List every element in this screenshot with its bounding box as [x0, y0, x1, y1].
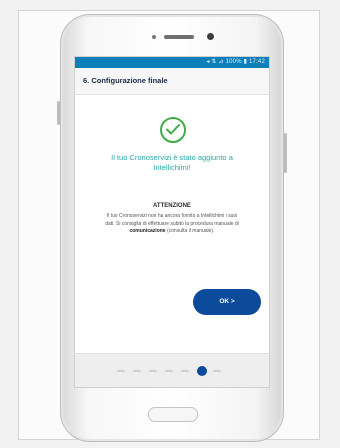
phone-side-button-right [284, 133, 287, 173]
success-message: Il tuo Cronoservizi è stato aggiunto a I… [111, 153, 233, 172]
proximity-sensor [152, 35, 156, 39]
page-dot [133, 370, 141, 372]
page-dot-active [197, 366, 207, 376]
front-camera [207, 33, 214, 40]
confirmation-content: Il tuo Cronoservizi è stato aggiunto a I… [75, 95, 269, 387]
phone-side-button-left [57, 101, 60, 125]
attention-body-text: Il tuo Cronoservizi non ha ancora fornit… [105, 213, 239, 227]
page-dot [149, 370, 157, 372]
page-dot [213, 370, 221, 372]
home-button[interactable] [148, 407, 198, 422]
attention-title: ATTENZIONE [153, 203, 191, 209]
check-circle-icon [160, 117, 186, 143]
app-bar: 6. Configurazione finale [75, 68, 269, 95]
page-indicator [75, 353, 269, 387]
page-dot [181, 370, 189, 372]
attention-body-end: (consulta il manuale). [166, 228, 215, 234]
page-dot [117, 370, 125, 372]
page-dot [165, 370, 173, 372]
earpiece-speaker [164, 35, 194, 39]
ok-button[interactable]: OK > [193, 289, 261, 315]
phone-device: ◂ ⇅ ⊿ 100% ▮ 17:42 6. Configurazione fin… [57, 14, 287, 442]
status-bar: ◂ ⇅ ⊿ 100% ▮ 17:42 [75, 57, 269, 68]
phone-screen: ◂ ⇅ ⊿ 100% ▮ 17:42 6. Configurazione fin… [74, 56, 270, 388]
attention-body: Il tuo Cronoservizi non ha ancora fornit… [103, 213, 241, 236]
attention-body-bold: comunicazione [129, 228, 166, 234]
app-bar-title: 6. Configurazione finale [83, 76, 168, 85]
